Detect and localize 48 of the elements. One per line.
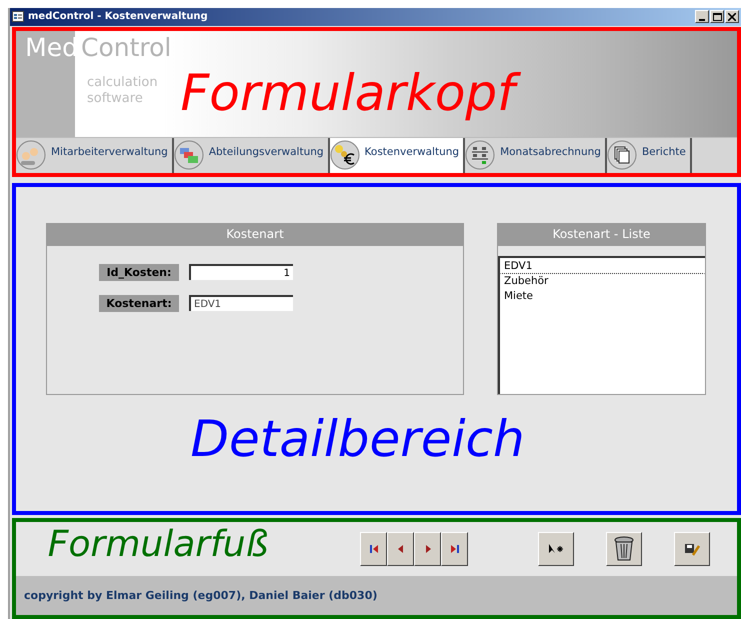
input-field[interactable]: EDV1 bbox=[189, 295, 293, 312]
window-title: medControl - Kostenverwaltung bbox=[28, 11, 208, 22]
maximize-icon bbox=[712, 12, 722, 21]
list-item[interactable]: Zubehör bbox=[500, 274, 705, 289]
section-annotation: Detailbereich bbox=[190, 408, 526, 470]
list-item[interactable]: Miete bbox=[500, 288, 705, 304]
floppy-pencil-icon bbox=[684, 542, 700, 556]
next-record-button[interactable] bbox=[414, 532, 441, 566]
first-record-icon bbox=[368, 544, 378, 554]
close-button[interactable] bbox=[725, 10, 739, 24]
last-record-icon bbox=[450, 544, 460, 554]
close-icon bbox=[728, 12, 736, 21]
last-record-button[interactable] bbox=[441, 532, 468, 566]
panel-title: Kostenart - Liste bbox=[498, 224, 705, 246]
previous-record-button[interactable] bbox=[387, 532, 414, 566]
new-record-button[interactable] bbox=[538, 532, 574, 566]
window-icon bbox=[12, 11, 24, 22]
tagline: software bbox=[87, 90, 144, 107]
trash-can-icon bbox=[613, 536, 635, 562]
left-triangle-icon bbox=[396, 544, 406, 554]
minimize-icon bbox=[699, 18, 705, 21]
copyright-text: copyright by Elmar Geiling (eg007), Daniel Baier (db030) bbox=[24, 589, 378, 602]
nav-tab[interactable]: Mitarbeiterverwaltung bbox=[16, 138, 174, 173]
first-record-button[interactable] bbox=[360, 532, 387, 566]
ledger-icon bbox=[465, 140, 496, 170]
list-item[interactable]: EDV1 bbox=[500, 258, 705, 274]
nav-tab[interactable]: Berichte bbox=[606, 138, 692, 173]
nav-tab[interactable]: Kostenverwaltung bbox=[330, 138, 466, 173]
input-field[interactable]: 1 bbox=[189, 264, 293, 280]
pages-icon bbox=[606, 140, 637, 170]
section-annotation: Formularkopf bbox=[178, 60, 525, 126]
nav-tab[interactable]: Monatsabrechnung bbox=[465, 138, 607, 173]
logo-text: Med bbox=[25, 32, 78, 64]
maximize-button[interactable] bbox=[710, 10, 724, 24]
section-annotation: Formularfuß bbox=[46, 523, 270, 568]
tagline: calculation bbox=[87, 74, 159, 91]
save-button[interactable] bbox=[674, 532, 710, 566]
blocks-icon bbox=[174, 140, 204, 170]
euro-coin-icon bbox=[330, 140, 360, 170]
people-icon bbox=[16, 140, 46, 170]
panel-title: Kostenart bbox=[47, 224, 463, 246]
minimize-button[interactable] bbox=[695, 10, 709, 24]
field-label: Kostenart: bbox=[99, 294, 179, 312]
new-record-icon bbox=[548, 543, 564, 556]
nav-tab[interactable]: Abteilungsverwaltung bbox=[174, 138, 330, 173]
logo-text: Control bbox=[81, 32, 172, 64]
field-label: Id_Kosten: bbox=[99, 264, 179, 281]
delete-button[interactable] bbox=[606, 532, 642, 566]
